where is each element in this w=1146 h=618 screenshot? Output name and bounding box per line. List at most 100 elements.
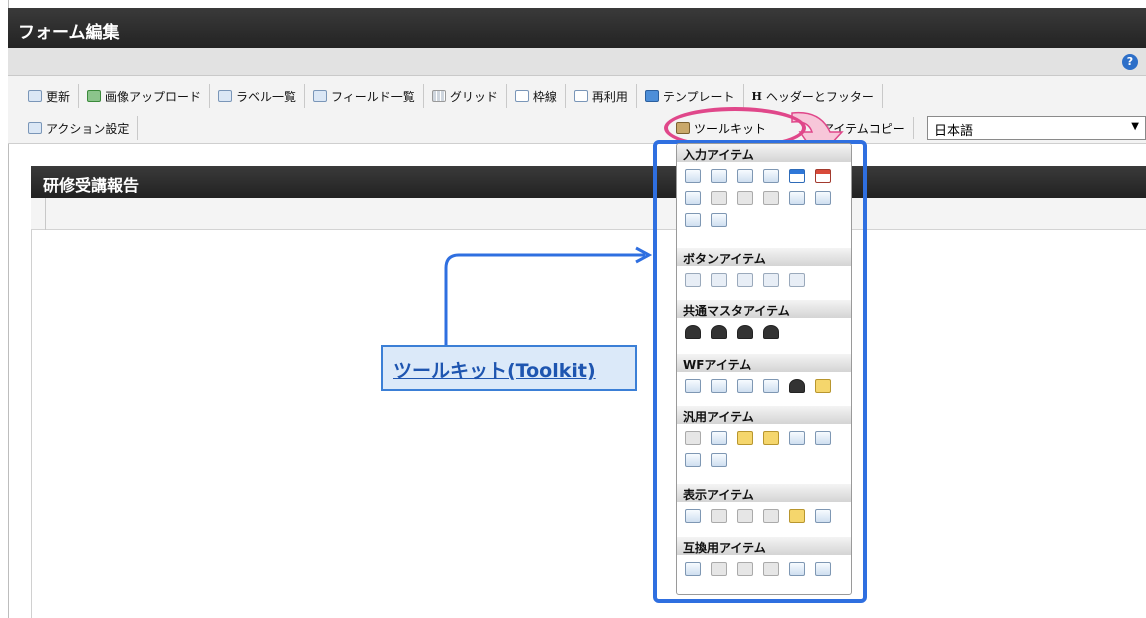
language-value: 日本語 [934,124,974,139]
upload-icon[interactable] [685,213,701,227]
history-icon[interactable] [763,379,779,393]
attachment-icon[interactable] [711,379,727,393]
sub-bar: ? [8,48,1146,76]
update-label: 更新 [46,89,71,104]
checkbox-icon[interactable] [737,191,753,205]
listbox-icon[interactable] [711,191,727,205]
template-label: テンプレート [662,89,735,104]
btn-prev-icon[interactable] [737,273,753,287]
label-icon[interactable] [685,509,701,523]
section-display: 表示アイテム [677,484,851,529]
border-label: 枠線 [532,89,557,104]
table-icon[interactable] [815,191,831,205]
section-title: 表示アイテム [677,484,851,502]
selector-icon[interactable] [789,191,805,205]
text-icon[interactable] [815,509,831,523]
selector-icon[interactable] [789,562,805,576]
divider [45,198,46,230]
border-button[interactable]: 枠線 [507,84,566,108]
datetime-icon[interactable] [815,169,831,183]
toolkit-panel: 入力アイテム ボタンアイテム 共通マスタアイテム WFアイテム 汎用アイテム 表… [676,143,852,595]
icon-group [677,318,851,345]
user-icon[interactable] [685,325,701,339]
section-title: 互換用アイテム [677,537,851,555]
grid-icon [431,90,446,102]
reuse-button[interactable]: 再利用 [566,84,637,108]
action-settings-button[interactable]: アクション設定 [20,116,139,140]
frame-icon[interactable] [685,453,701,467]
image-icon[interactable] [737,431,753,445]
comment-icon[interactable] [737,379,753,393]
language-select[interactable]: 日本語 ▼ [927,116,1146,140]
list-icon[interactable] [711,213,727,227]
proxy-icon[interactable] [789,379,805,393]
section-title: ボタンアイテム [677,248,851,266]
listbox-icon[interactable] [711,562,727,576]
section-master: 共通マスタアイテム [677,300,851,345]
vline-icon[interactable] [737,509,753,523]
form-title-bar: 研修受講報告 [31,166,1146,198]
form-canvas[interactable] [31,230,1146,618]
field-list-icon [313,90,328,102]
media-icon[interactable] [711,453,727,467]
table-icon[interactable] [815,562,831,576]
icon-group [677,555,851,582]
dotted-line-icon[interactable] [685,431,701,445]
grid-button[interactable]: グリッド [424,84,507,108]
document-icon[interactable] [711,431,727,445]
org-icon[interactable] [711,325,727,339]
section-title: 汎用アイテム [677,406,851,424]
picture-icon[interactable] [789,509,805,523]
btn-event-icon[interactable] [685,273,701,287]
border-icon [514,90,529,102]
checkbox-icon[interactable] [737,562,753,576]
btn-forward-icon[interactable] [789,273,805,287]
hline-icon[interactable] [711,509,727,523]
image-upload-icon [87,90,102,102]
form-ruler [31,198,1146,230]
btn-next-icon[interactable] [711,273,727,287]
section-input: 入力アイテム [677,144,851,233]
template-icon [644,90,659,102]
radio-icon[interactable] [763,562,779,576]
box-icon[interactable] [763,509,779,523]
field-list-button[interactable]: フィールド一覧 [305,84,424,108]
icon-group [677,266,851,293]
header-footer-button[interactable]: H ヘッダーとフッター [744,84,883,108]
section-button: ボタンアイテム [677,248,851,293]
section-title: 入力アイテム [677,144,851,162]
formula-icon[interactable] [763,169,779,183]
stamp-icon[interactable] [815,379,831,393]
link-icon[interactable] [763,431,779,445]
update-icon [28,90,42,102]
label-list-button[interactable]: ラベル一覧 [210,84,306,108]
help-icon[interactable]: ? [1122,54,1138,70]
icon-group [677,424,851,473]
tag-icon[interactable] [789,431,805,445]
number-icon[interactable] [737,169,753,183]
radio-icon[interactable] [763,191,779,205]
text-field-icon[interactable] [685,169,701,183]
template-button[interactable]: テンプレート [637,84,744,108]
window-titlebar: フォーム編集 [8,8,1146,48]
btn-back-icon[interactable] [763,273,779,287]
image-upload-label: 画像アップロード [105,89,202,104]
pulldown-icon[interactable] [685,191,701,205]
role-icon[interactable] [737,325,753,339]
date-icon[interactable] [789,169,805,183]
image-upload-button[interactable]: 画像アップロード [79,84,211,108]
icon-group [677,372,851,399]
section-wf: WFアイテム [677,354,851,399]
update-button[interactable]: 更新 [20,84,80,108]
item-copy-button[interactable]: アイテムコピー [808,117,914,139]
textarea-icon[interactable] [711,169,727,183]
toolbar-row-2: アクション設定 [20,116,139,140]
icon-group [677,502,851,529]
form-title: 研修受講報告 [43,176,140,195]
download-icon[interactable] [815,431,831,445]
pulldown-icon[interactable] [685,562,701,576]
action-icon [28,122,42,134]
window-title: フォーム編集 [18,23,120,43]
company-icon[interactable] [763,325,779,339]
approval-icon[interactable] [685,379,701,393]
